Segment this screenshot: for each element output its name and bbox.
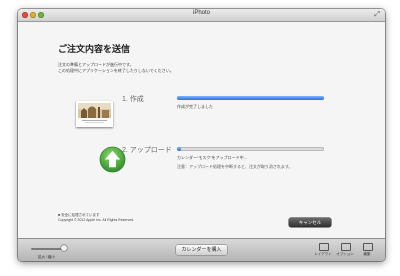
- create-progress-fill: [177, 96, 324, 100]
- edit-icon: [363, 243, 373, 251]
- order-send-panel: ご注文内容を送信 注文の準備とアップロードが進行中です。 この処理中にアプリケー…: [18, 22, 385, 238]
- upload-progress-fill: [177, 147, 182, 151]
- zoom-slider-track[interactable]: [31, 248, 64, 250]
- step-create-label: 1. 作成: [122, 96, 144, 103]
- copyright-line: Copyright © 2012 Apple Inc. All Rights R…: [58, 218, 135, 222]
- page-title: ご注文内容を送信: [58, 44, 131, 54]
- intro-text: 注文の準備とアップロードが進行中です。 この処理中にアプリケーションを終了したり…: [58, 62, 298, 74]
- create-progress-bar: [177, 96, 324, 100]
- upload-progress-bar: [177, 147, 324, 151]
- zoom-label: 拡大 / 縮小: [38, 255, 55, 259]
- edit-label: 編集: [363, 252, 371, 256]
- security-note: ■ 安全に処理されています Copyright © 2012 Apple Inc…: [58, 213, 134, 223]
- zoom-slider-thumb[interactable]: [61, 245, 67, 251]
- title-bar: iPhoto ⤢: [18, 9, 385, 22]
- upload-status: カレンダー“モスク”をアップロード中...: [177, 155, 247, 160]
- intro-line-2: この処理中にアプリケーションを終了したりしないでください。: [58, 68, 174, 73]
- fullscreen-icon[interactable]: ⤢: [374, 11, 380, 19]
- calendar-thumbnail: [76, 101, 113, 127]
- layout-icon: [319, 243, 329, 251]
- layout-label: レイアウト: [314, 252, 332, 256]
- options-label: オプション: [336, 252, 354, 256]
- upload-note: 注意：アップロード処理を中断すると、注文が取り消されます。: [177, 164, 293, 169]
- options-button[interactable]: オプション: [336, 243, 354, 261]
- create-status: 作成が完了しました: [177, 104, 213, 109]
- cancel-button[interactable]: キャンセル: [289, 218, 331, 227]
- iphoto-window: iPhoto ⤢ ご注文内容を送信 注文の準備とアップロードが進行中です。 この…: [18, 9, 385, 261]
- window-title: iPhoto: [192, 10, 210, 16]
- bottom-toolbar: 拡大 / 縮小 カレンダーを購入 レイアウト オプション 編集: [18, 238, 385, 261]
- options-icon: [341, 243, 351, 251]
- edit-button[interactable]: 編集: [360, 243, 374, 261]
- calendar-photo-icon: [78, 103, 111, 125]
- step-upload-label: 2. アップロード: [122, 147, 172, 154]
- layout-button[interactable]: レイアウト: [314, 243, 332, 261]
- buy-calendar-button[interactable]: カレンダーを購入: [176, 245, 227, 255]
